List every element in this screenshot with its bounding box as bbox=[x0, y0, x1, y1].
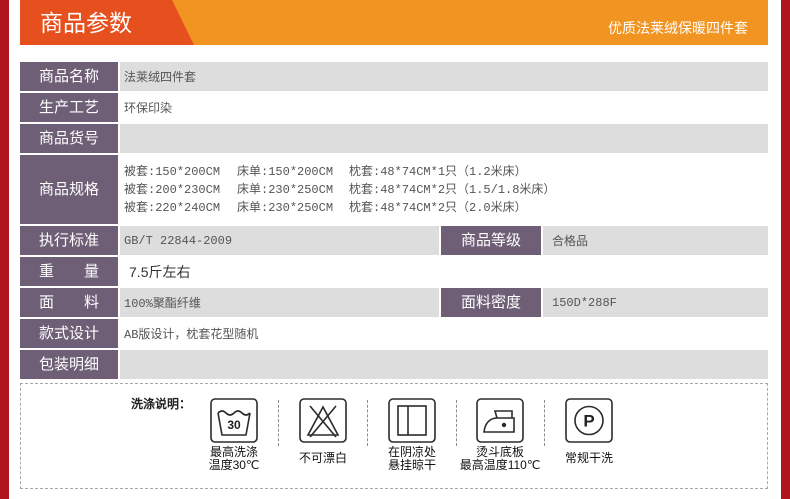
icon-frame bbox=[476, 398, 524, 443]
param-label-cell: 面料密度 bbox=[441, 288, 542, 317]
param-row-standard-grade: 执行标准 GB/T 22844-2009 商品等级 合格品 bbox=[20, 226, 768, 255]
washing-instructions: 洗涤说明： 30 最高洗涤 温度30℃ 不可漂白 在阴凉处 悬挂晾干 烫斗底板 … bbox=[20, 383, 768, 489]
spec-line: 被套:150*200CM 床单:150*200CM 枕套:48*74CM*1只（… bbox=[124, 163, 555, 181]
param-value-cell: 被套:150*200CM 床单:150*200CM 枕套:48*74CM*1只（… bbox=[120, 155, 768, 224]
param-value-empty bbox=[120, 350, 768, 379]
washing-title: 洗涤说明： bbox=[131, 397, 192, 411]
param-label-cell: 面 料 bbox=[20, 288, 119, 317]
param-label: 面 料 bbox=[39, 293, 100, 311]
wash-temperature: 30 bbox=[227, 418, 241, 432]
left-red-border bbox=[0, 0, 9, 499]
wash-label-line: 不可漂白 bbox=[298, 451, 347, 465]
param-label-cell: 商品规格 bbox=[20, 155, 119, 224]
param-label-cell: 包装明细 bbox=[20, 350, 119, 379]
dry-clean-icon: P bbox=[565, 398, 613, 443]
param-label-cell: 商品名称 bbox=[20, 62, 119, 91]
param-label: 生产工艺 bbox=[39, 98, 100, 116]
wash-label: 最高洗涤 温度30℃ bbox=[188, 445, 280, 472]
wash-label-line: 悬挂晾干 bbox=[387, 457, 436, 472]
dashed-separator bbox=[278, 400, 279, 446]
param-label: 面料密度 bbox=[461, 293, 522, 311]
wash-label: 常规干洗 bbox=[543, 445, 635, 472]
spec-list: 被套:150*200CM 床单:150*200CM 枕套:48*74CM*1只（… bbox=[124, 163, 555, 217]
wash-item: P 常规干洗 bbox=[565, 398, 613, 474]
wash-30-icon: 30 bbox=[210, 398, 258, 443]
dashed-separator bbox=[456, 400, 457, 446]
spec-line: 被套:200*230CM 床单:230*250CM 枕套:48*74CM*2只（… bbox=[124, 181, 555, 199]
spec-sheet-size: 床单:230*250CM bbox=[237, 182, 334, 197]
param-label: 商品名称 bbox=[39, 67, 100, 85]
param-row-item-no: 商品货号 bbox=[20, 124, 768, 153]
param-label: 商品货号 bbox=[39, 129, 100, 147]
wash-label-line: 烫斗底板 bbox=[475, 444, 524, 459]
spec-duvet-size: 被套:200*230CM bbox=[124, 182, 221, 197]
spec-pillowcase-size: 枕套:48*74CM*2只（2.0米床） bbox=[349, 200, 527, 215]
param-label: 商品等级 bbox=[461, 231, 522, 249]
param-row-style: 款式设计 AB版设计，枕套花型随机 bbox=[20, 319, 768, 348]
spec-pillowcase-size: 枕套:48*74CM*2只（1.5/1.8米床） bbox=[349, 182, 556, 197]
spec-pillowcase-size: 枕套:48*74CM*1只（1.2米床） bbox=[349, 164, 527, 179]
param-value: 法莱绒四件套 bbox=[120, 62, 768, 91]
wash-label-line: 最高洗涤 bbox=[209, 444, 258, 459]
dashed-separator bbox=[544, 400, 545, 446]
param-row-specs: 商品规格 被套:150*200CM 床单:150*200CM 枕套:48*74C… bbox=[20, 155, 768, 224]
drip-dry-shade-icon bbox=[388, 398, 436, 443]
param-label-cell: 执行标准 bbox=[20, 226, 119, 255]
wash-label-line: 温度30℃ bbox=[208, 457, 260, 472]
param-row-weight: 重 量 7.5斤左右 bbox=[20, 257, 768, 286]
param-label-cell: 商品货号 bbox=[20, 124, 119, 153]
wash-item: 在阴凉处 悬挂晾干 bbox=[388, 398, 436, 474]
spec-line: 被套:220*240CM 床单:230*250CM 枕套:48*74CM*2只（… bbox=[124, 199, 555, 217]
param-value: 7.5斤左右 bbox=[129, 263, 191, 280]
product-params-table: 商品名称 法莱绒四件套 生产工艺 环保印染 商品货号 商品规格 被套:150*2… bbox=[20, 62, 768, 381]
section-title: 商品参数 bbox=[40, 10, 132, 36]
param-label: 款式设计 bbox=[39, 324, 100, 342]
param-value: 环保印染 bbox=[124, 102, 173, 116]
spec-sheet-size: 床单:230*250CM bbox=[237, 200, 334, 215]
product-subtitle: 优质法莱绒保暖四件套 bbox=[608, 20, 748, 36]
no-bleach-icon bbox=[299, 398, 347, 443]
param-value: 100%聚酯纤维 bbox=[120, 288, 440, 317]
param-row-fabric-density: 面 料 100%聚酯纤维 面料密度 150D*288F bbox=[20, 288, 768, 317]
section-header: 商品参数 优质法莱绒保暖四件套 bbox=[20, 0, 768, 45]
wash-label-line: 在阴凉处 bbox=[387, 444, 436, 459]
param-label-cell: 生产工艺 bbox=[20, 93, 119, 122]
wash-label: 不可漂白 bbox=[277, 445, 369, 472]
param-row-name: 商品名称 法莱绒四件套 bbox=[20, 62, 768, 91]
temperature-dot bbox=[501, 422, 507, 428]
wash-label-line: 常规干洗 bbox=[564, 451, 613, 465]
dashed-separator bbox=[367, 400, 368, 446]
wash-item: 30 最高洗涤 温度30℃ bbox=[209, 398, 259, 474]
param-row-packing: 包装明细 bbox=[20, 350, 768, 379]
param-label-cell: 商品等级 bbox=[441, 226, 542, 255]
param-label: 商品规格 bbox=[39, 180, 100, 198]
iron-icon bbox=[476, 398, 524, 443]
param-value: 150D*288F bbox=[543, 288, 768, 317]
param-label: 包装明细 bbox=[39, 355, 100, 373]
param-value-empty bbox=[120, 124, 768, 153]
param-label: 执行标准 bbox=[39, 231, 100, 249]
wash-item: 烫斗底板 最高温度110℃ bbox=[460, 398, 540, 474]
wash-label: 在阴凉处 悬挂晾干 bbox=[366, 445, 458, 472]
param-label-cell: 款式设计 bbox=[20, 319, 119, 348]
spec-duvet-size: 被套:220*240CM bbox=[124, 200, 221, 215]
spec-duvet-size: 被套:150*200CM bbox=[124, 164, 221, 179]
param-label: 重 量 bbox=[39, 262, 100, 280]
right-red-border bbox=[781, 0, 790, 499]
param-row-process: 生产工艺 环保印染 bbox=[20, 93, 768, 122]
spec-sheet-size: 床单:150*200CM bbox=[237, 164, 334, 179]
dry-clean-letter: P bbox=[583, 412, 594, 431]
param-value: 合格品 bbox=[543, 226, 768, 255]
wash-item: 不可漂白 bbox=[299, 398, 347, 474]
param-value: AB版设计，枕套花型随机 bbox=[124, 328, 259, 342]
param-value: GB/T 22844-2009 bbox=[120, 226, 440, 255]
param-label-cell: 重 量 bbox=[20, 257, 119, 286]
wash-label-line: 最高温度110℃ bbox=[459, 457, 541, 472]
wash-label: 烫斗底板 最高温度110℃ bbox=[454, 445, 546, 472]
